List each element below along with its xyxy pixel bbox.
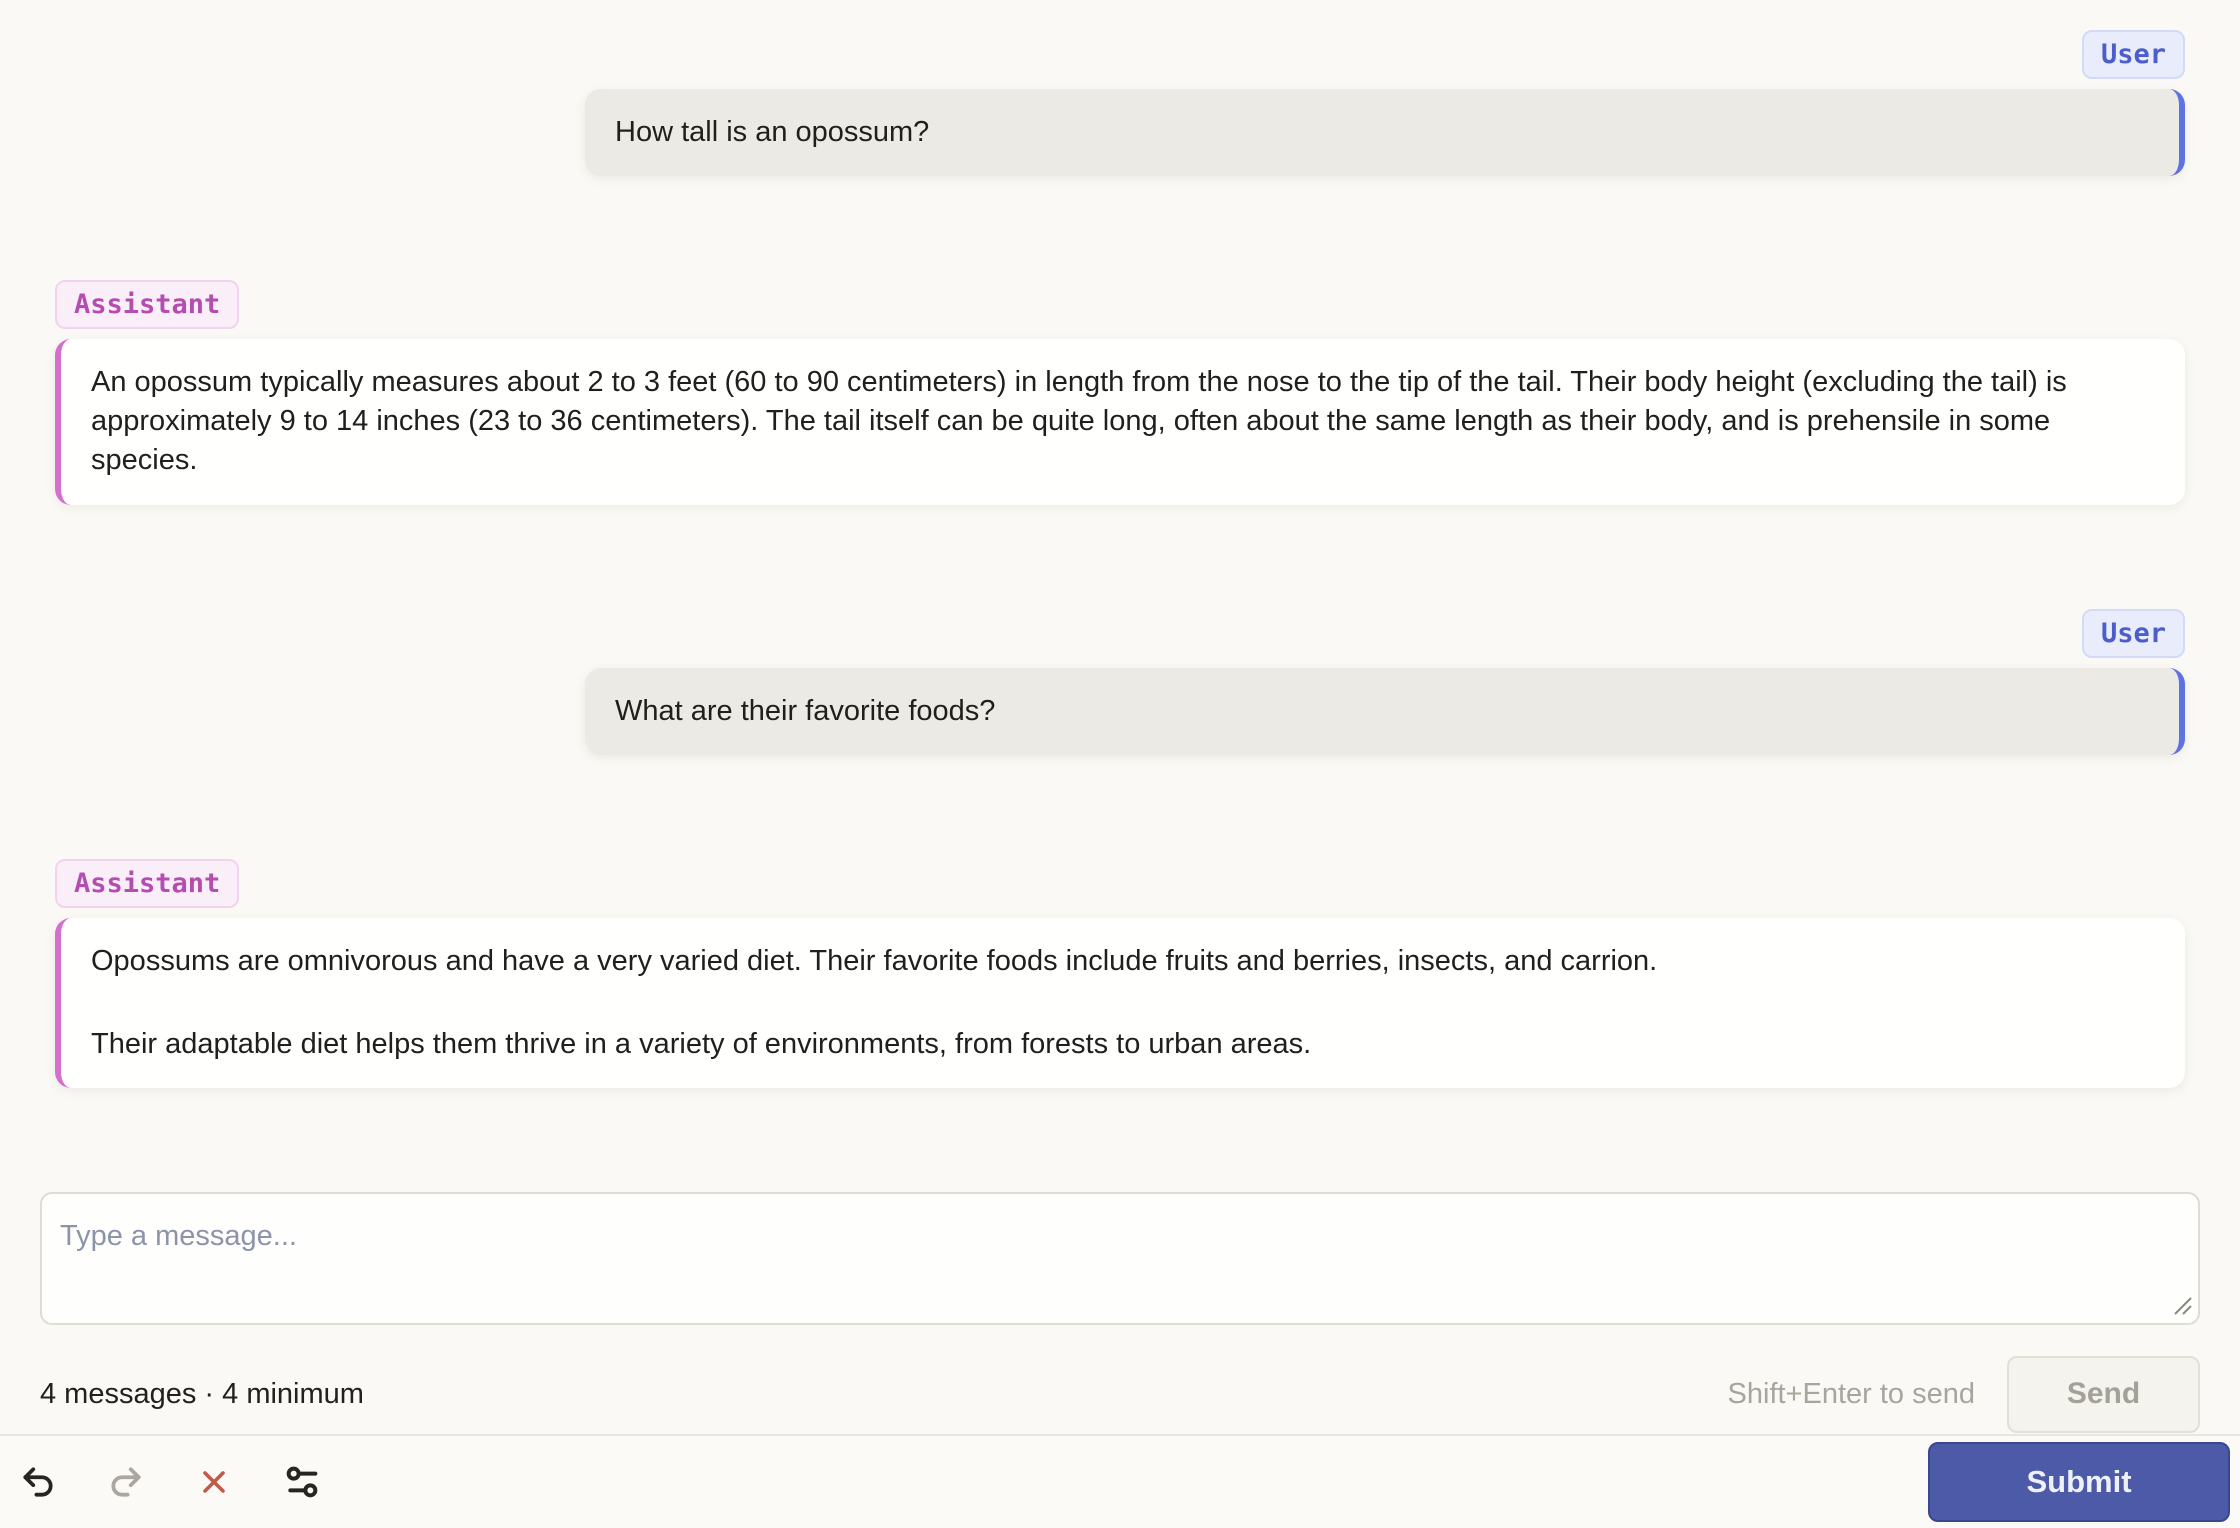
message-group: User How tall is an opossum? [55,30,2185,177]
message-paragraph: An opossum typically measures about 2 to… [91,366,2067,477]
message-input-wrap [40,1191,2200,1325]
toolbar-tools [16,1460,324,1504]
message-count-status: 4 messages · 4 minimum [40,1377,364,1410]
message-bubble: How tall is an opossum? [585,89,2185,177]
chat-evaluation-app: User How tall is an opossum? Assistant A… [0,0,2240,1528]
bottom-toolbar: Submit [0,1434,2240,1528]
role-badge: User [2081,30,2185,79]
role-badge: Assistant [55,280,240,330]
message-list: User How tall is an opossum? Assistant A… [0,0,2240,1088]
message-group: Assistant An opossum typically measures … [55,280,2185,505]
message-paragraph: Their adaptable diet helps them thrive i… [91,1027,1312,1060]
close-icon [203,1471,225,1493]
message-group: User What are their favorite foods? [55,608,2185,755]
role-badge: User [2081,608,2185,658]
message-bubble: What are their favorite foods? [585,667,2185,755]
composer-status-row: 4 messages · 4 minimum Shift+Enter to se… [40,1355,2200,1433]
redo-button[interactable] [104,1460,148,1504]
send-shortcut-hint: Shift+Enter to send [1727,1377,1975,1410]
composer-actions: Shift+Enter to send Send [1727,1355,2200,1433]
delete-conversation-button[interactable] [192,1460,236,1504]
message-group: Assistant Opossums are omnivorous and ha… [55,858,2185,1088]
undo-icon [23,1467,53,1497]
message-bubble: Opossums are omnivorous and have a very … [55,917,2185,1088]
settings-sliders-icon [286,1466,318,1498]
submit-button[interactable]: Submit [1928,1442,2230,1522]
composer: 4 messages · 4 minimum Shift+Enter to se… [0,1191,2240,1433]
message-paragraph: What are their favorite foods? [615,694,996,727]
role-badge: Assistant [55,858,240,908]
message-bubble: An opossum typically measures about 2 to… [55,339,2185,505]
undo-button[interactable] [16,1460,60,1504]
redo-icon [111,1467,141,1497]
message-paragraph: Opossums are omnivorous and have a very … [91,944,1658,977]
message-paragraph: How tall is an opossum? [615,116,930,148]
message-input[interactable] [40,1191,2200,1325]
settings-button[interactable] [280,1460,324,1504]
send-button[interactable]: Send [2007,1355,2200,1433]
